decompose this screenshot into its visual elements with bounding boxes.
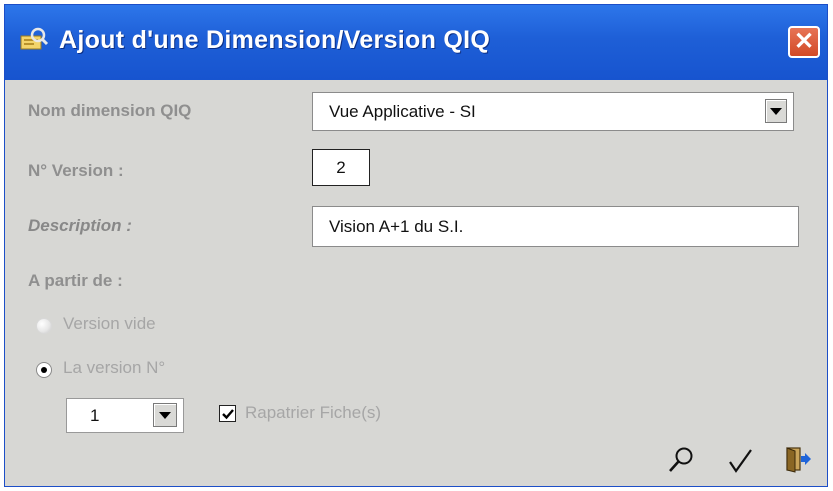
window-title: Ajout d'une Dimension/Version QIQ <box>59 26 491 54</box>
description-label: Description : <box>28 216 132 235</box>
exit-door-icon[interactable] <box>783 445 811 473</box>
description-input[interactable]: Vision A+1 du S.I. <box>312 206 799 247</box>
source-version-select[interactable]: 1 <box>66 398 184 433</box>
rapatrier-label: Rapatrier Fiche(s) <box>245 403 382 422</box>
radio-version-vide[interactable] <box>36 318 52 334</box>
title-bar[interactable]: Ajout d'une Dimension/Version QIQ ✕ <box>5 5 827 80</box>
source-version-value: 1 <box>90 406 100 425</box>
nom-dimension-value: Vue Applicative - SI <box>329 102 476 121</box>
rapatrier-checkbox[interactable] <box>219 405 236 422</box>
checkmark-icon[interactable] <box>726 447 754 475</box>
radio-la-version[interactable] <box>36 362 52 378</box>
nom-dimension-label: Nom dimension QIQ <box>28 101 192 120</box>
version-label: N° Version : <box>28 161 124 180</box>
dialog-window: Ajout d'une Dimension/Version QIQ ✕ Nom … <box>4 4 828 487</box>
chevron-down-icon[interactable] <box>765 99 787 123</box>
version-input[interactable]: 2 <box>312 149 370 186</box>
radio-la-version-label: La version N° <box>63 358 166 377</box>
radio-version-vide-label: Version vide <box>63 314 156 333</box>
close-button[interactable]: ✕ <box>788 26 820 58</box>
app-icon <box>20 27 49 50</box>
chevron-down-icon[interactable] <box>153 403 177 427</box>
search-icon[interactable] <box>667 446 695 474</box>
checkmark-icon <box>222 409 234 420</box>
a-partir-de-label: A partir de : <box>28 271 123 290</box>
nom-dimension-select[interactable]: Vue Applicative - SI <box>312 92 794 131</box>
